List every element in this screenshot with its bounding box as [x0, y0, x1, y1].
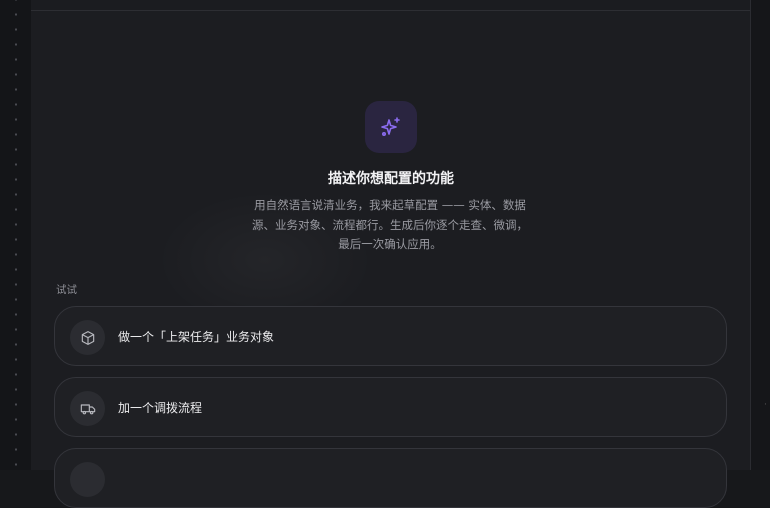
- left-rail: [0, 0, 32, 470]
- suggestion-card[interactable]: 加一个调拨流程: [54, 377, 727, 437]
- panel-header: [31, 0, 750, 11]
- suggestions-label: 试试: [56, 284, 77, 296]
- sparkles-icon: [365, 101, 417, 153]
- suggestion-label: 做一个「上架任务」业务对象: [118, 330, 275, 344]
- edge-text-fragment: ·: [764, 400, 767, 410]
- rail-dot-grid: [15, 0, 17, 470]
- right-pane-edge: [751, 0, 770, 470]
- hero-description-line: 源、业务对象、流程都行。生成后你逐个走查、微调，: [252, 217, 528, 232]
- suggestion-card[interactable]: 做一个「上架任务」业务对象: [54, 306, 727, 366]
- hero-description: 用自然语言说清业务，我来起草配置 —— 实体、数据 源、业务对象、流程都行。生成…: [240, 196, 540, 255]
- hero-description-line: 最后一次确认应用。: [338, 237, 442, 251]
- hero-description-line: 用自然语言说清业务，我来起草配置 —— 实体、数据: [254, 198, 526, 212]
- truck-icon: [70, 391, 105, 426]
- suggestion-label: 加一个调拨流程: [118, 401, 203, 415]
- circle-icon: [70, 462, 105, 497]
- hero-title: 描述你想配置的功能: [328, 171, 454, 187]
- suggestion-card[interactable]: [54, 448, 727, 508]
- cube-icon: [70, 320, 105, 355]
